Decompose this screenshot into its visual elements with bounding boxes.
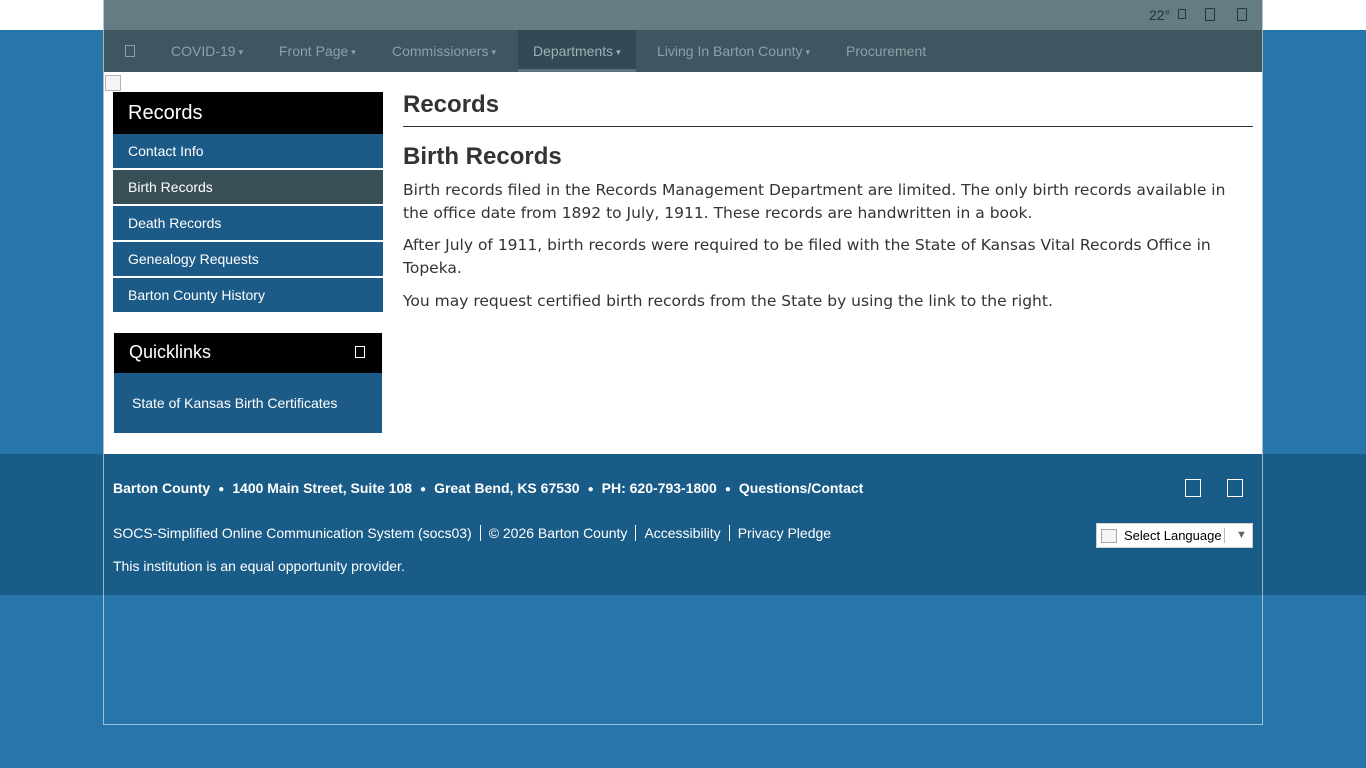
page-frame-border xyxy=(103,0,1263,725)
